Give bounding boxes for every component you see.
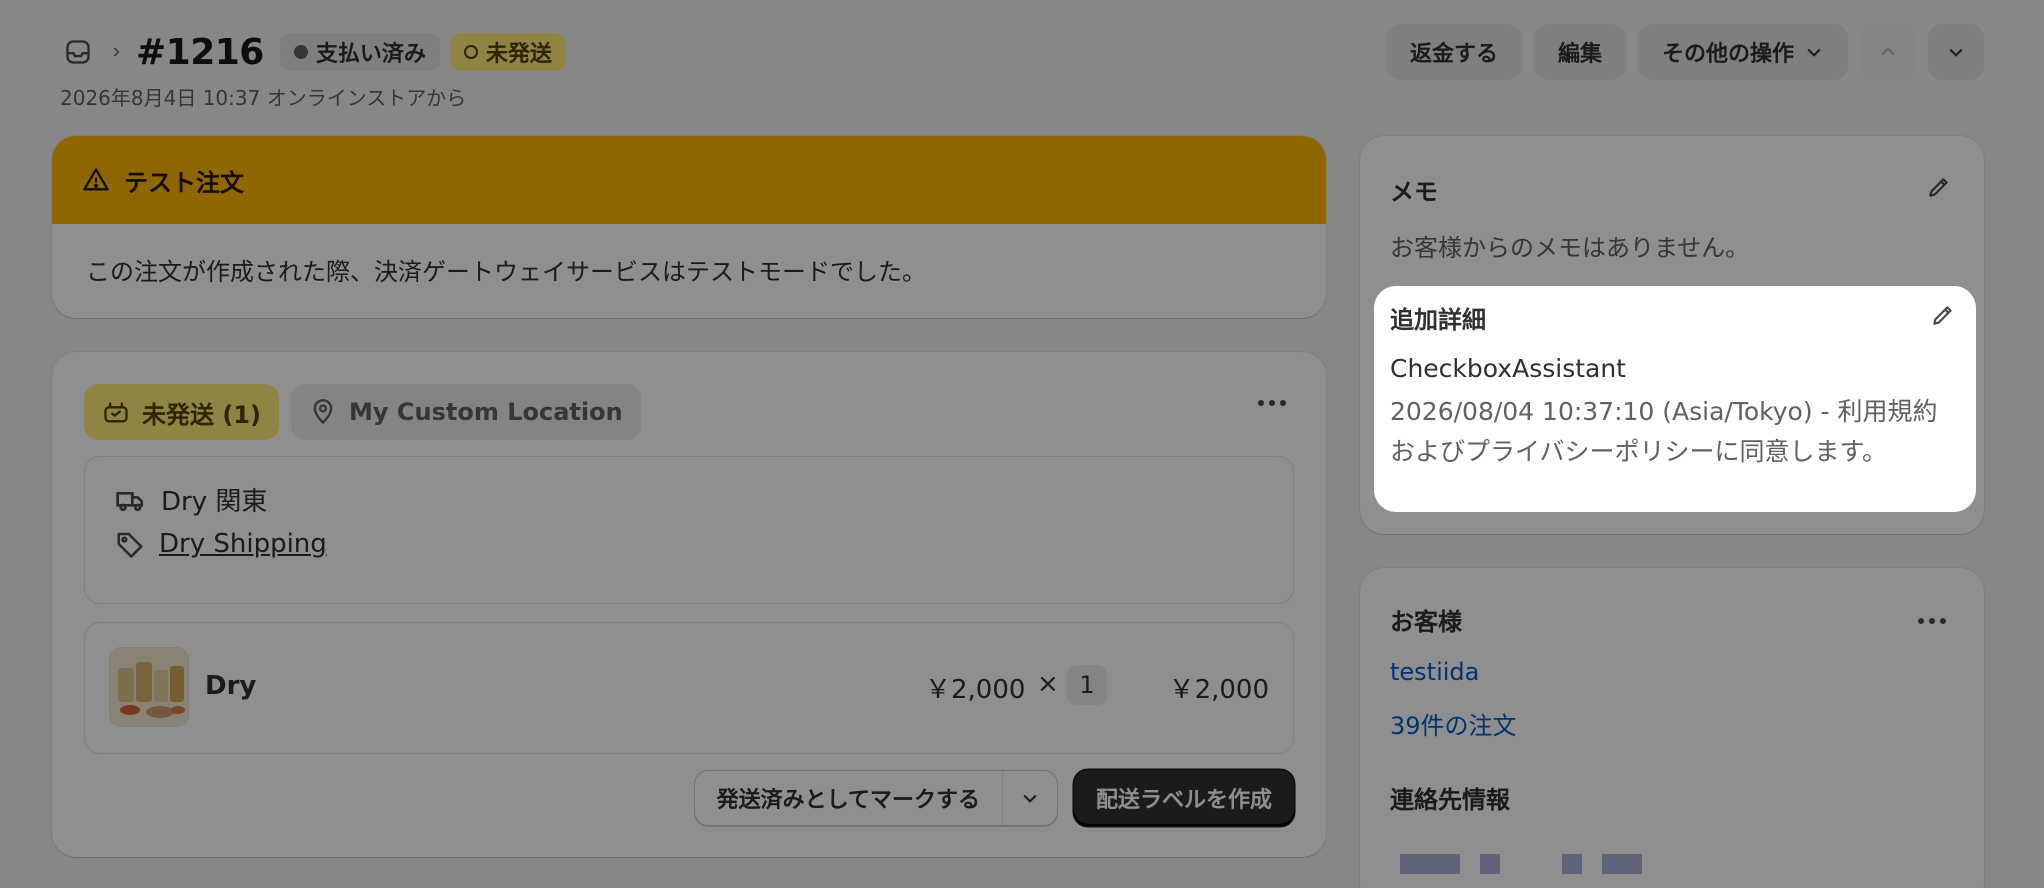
more-actions-button[interactable]: その他の操作	[1637, 24, 1848, 80]
order-date: 2026年8月4日 10:37 オンラインストアから	[60, 86, 467, 110]
more-actions-label: その他の操作	[1661, 42, 1794, 67]
mark-fulfilled-menu-button[interactable]	[1003, 771, 1057, 825]
location-label: My Custom Location	[349, 398, 623, 426]
fulfillment-actions: 発送済みとしてマークする 配送ラベルを作成	[693, 770, 1294, 826]
more-options-icon[interactable]	[1258, 400, 1286, 406]
customer-name-link[interactable]: testiida	[1390, 658, 1479, 686]
chevron-right-icon	[106, 42, 126, 62]
page-title: #1216	[136, 31, 264, 73]
next-order-button[interactable]	[1928, 24, 1984, 80]
shipping-profile-link[interactable]: Dry Shipping	[159, 529, 327, 559]
shipping-profile-row: Dry Shipping	[115, 529, 327, 559]
customer-card: お客様 testiida 39件の注文 連絡先情報	[1360, 568, 1984, 888]
payment-status-label: 支払い済み	[315, 42, 426, 67]
create-shipping-label-button[interactable]: 配送ラベルを作成	[1073, 770, 1294, 826]
redacted-contact	[1602, 854, 1642, 874]
delivery-truck-icon	[116, 491, 143, 511]
redacted-contact	[1562, 854, 1582, 874]
customer-orders-link[interactable]: 39件の注文	[1390, 706, 1517, 741]
edit-additional-details-pencil-icon[interactable]	[1928, 300, 1958, 330]
header-actions: 返金する 編集 その他の操作	[1385, 24, 1984, 80]
test-order-banner: テスト注文 この注文が作成された際、決済ゲートウェイサービスはテストモードでした…	[52, 136, 1326, 318]
mark-fulfilled-button[interactable]: 発送済みとしてマークする	[695, 771, 1003, 825]
additional-details-title: 追加詳細	[1390, 306, 1486, 334]
refund-button[interactable]: 返金する	[1385, 24, 1522, 80]
contact-info-title: 連絡先情報	[1390, 786, 1510, 814]
times-sign: ×	[1037, 669, 1059, 699]
status-dot-icon	[293, 45, 308, 59]
customer-title: お客様	[1390, 608, 1462, 636]
breadcrumb: #1216 支払い済み 未発送	[60, 24, 566, 80]
banner-body: この注文が作成された際、決済ゲートウェイサービスはテストモードでした。	[86, 258, 926, 286]
edit-button[interactable]: 編集	[1533, 24, 1626, 80]
redacted-contact	[1480, 854, 1500, 874]
package-icon	[104, 402, 128, 423]
shipping-method-label: Dry 関東	[161, 487, 268, 517]
location-badge: My Custom Location	[291, 384, 641, 440]
fulfillment-header: 未発送 (1) My Custom Location	[84, 384, 641, 440]
chevron-up-icon	[1881, 47, 1895, 56]
warning-icon	[83, 168, 109, 191]
customer-more-icon[interactable]	[1918, 618, 1946, 624]
shipping-method-row: Dry 関東	[115, 481, 267, 518]
chevron-down-icon	[1949, 48, 1963, 57]
banner-title: テスト注文	[124, 168, 244, 197]
product-thumbnail[interactable]	[109, 647, 189, 727]
redacted-contact	[1400, 854, 1460, 874]
chevron-down-icon	[1023, 794, 1037, 803]
banner-header: テスト注文	[52, 136, 1326, 224]
fulfillment-status-badge: 未発送	[449, 33, 566, 71]
quantity-badge: 1	[1067, 665, 1107, 705]
order-page: #1216 支払い済み 未発送 2026年8月4日 10:37 オンラインストア…	[0, 0, 2044, 888]
unfulfilled-label: 未発送 (1)	[142, 400, 261, 429]
chevron-down-icon	[1807, 48, 1821, 57]
unfulfilled-badge: 未発送 (1)	[84, 384, 279, 440]
line-item: Dry ￥2,000 × 1 ￥2,000	[84, 622, 1294, 754]
additional-details-section: 追加詳細 CheckboxAssistant 2026/08/04 10:37:…	[1374, 286, 1976, 512]
additional-detail-name: CheckboxAssistant	[1390, 354, 1626, 383]
notes-title: メモ	[1390, 178, 1438, 206]
shipping-info-box: Dry 関東 Dry Shipping	[84, 456, 1294, 604]
additional-detail-value: 2026/08/04 10:37:10 (Asia/Tokyo) - 利用規約お…	[1390, 397, 1938, 466]
fulfillment-status-label: 未発送	[485, 42, 552, 67]
payment-status-badge: 支払い済み	[279, 33, 440, 71]
orders-inbox-icon[interactable]	[60, 34, 96, 70]
location-pin-icon	[313, 399, 333, 425]
status-ring-icon	[463, 45, 478, 59]
unit-price: ￥2,000	[925, 675, 1026, 705]
edit-notes-pencil-icon[interactable]	[1924, 172, 1954, 202]
page-header: #1216 支払い済み 未発送 2026年8月4日 10:37 オンラインストア…	[60, 24, 1984, 110]
previous-order-button[interactable]	[1860, 24, 1916, 80]
mark-fulfilled-split-button: 発送済みとしてマークする	[693, 770, 1058, 826]
product-name[interactable]: Dry	[205, 671, 256, 701]
notes-empty-text: お客様からのメモはありません。	[1390, 234, 1750, 262]
line-total: ￥2,000	[1168, 675, 1269, 705]
tag-icon	[117, 532, 143, 558]
fulfillment-card: 未発送 (1) My Custom Location Dry 関東 Dry Sh…	[52, 352, 1326, 857]
